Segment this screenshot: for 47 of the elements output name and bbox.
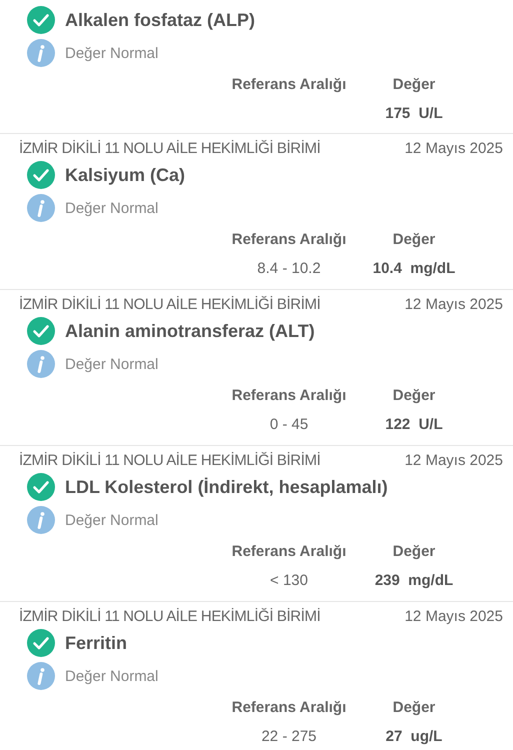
column-label: Değer	[392, 699, 436, 716]
column-label: Değer	[392, 76, 436, 93]
institution-name: İZMİR DİKİLİ 11 NOLU AİLE HEKİMLİĞİ BİRİMİ	[19, 452, 320, 468]
reference-range: 8.4 - 10.2	[257, 260, 321, 277]
column-label: Referans Aralığı	[232, 231, 346, 248]
status-note: Değer Normal	[65, 668, 158, 684]
result-date: 12 Mayıs 2025	[404, 140, 503, 156]
result-date: 12 Mayıs 2025	[404, 296, 503, 312]
check-icon	[27, 473, 55, 501]
column-label: Değer	[392, 231, 436, 248]
check-icon	[27, 629, 55, 657]
test-name: LDL Kolesterol (İndirekt, hesaplamalı)	[65, 476, 388, 498]
check-icon	[27, 317, 55, 345]
result-value: 10.4 mg/dL	[372, 260, 456, 277]
status-note: Değer Normal	[65, 356, 158, 372]
test-name: Kalsiyum (Ca)	[65, 164, 186, 186]
test-name: Alkalen fosfataz (ALP)	[65, 10, 256, 30]
column-label: Referans Aralığı	[232, 387, 346, 404]
reference-range: 22 - 275	[261, 728, 317, 745]
result-value: 122 U/L	[385, 416, 443, 433]
reference-range: 0 - 45	[270, 416, 308, 433]
check-icon	[27, 161, 55, 189]
institution-name: İZMİR DİKİLİ 11 NOLU AİLE HEKİMLİĞİ BİRİMİ	[19, 296, 320, 312]
status-note: Değer Normal	[65, 200, 158, 216]
reference-range: < 130	[270, 572, 308, 589]
column-label: Değer	[392, 543, 436, 560]
institution-name: İZMİR DİKİLİ 11 NOLU AİLE HEKİMLİĞİ BİRİMİ	[19, 608, 320, 624]
column-label: Referans Aralığı	[232, 76, 346, 93]
institution-name: İZMİR DİKİLİ 11 NOLU AİLE HEKİMLİĞİ BİRİMİ	[19, 140, 320, 156]
result-date: 12 Mayıs 2025	[404, 452, 503, 468]
status-note: Değer Normal	[65, 512, 158, 528]
result-date: 12 Mayıs 2025	[404, 608, 503, 624]
column-label: Referans Aralığı	[232, 543, 346, 560]
status-note: Değer Normal	[65, 44, 158, 62]
test-name: Ferritin	[65, 632, 128, 654]
info-icon	[27, 662, 55, 690]
info-icon	[27, 506, 55, 534]
result-value: 239 mg/dL	[374, 572, 454, 589]
column-label: Değer	[392, 387, 436, 404]
info-icon	[27, 194, 55, 222]
check-icon	[27, 6, 55, 34]
result-value: 175 U/L	[385, 105, 443, 122]
info-icon	[27, 39, 55, 67]
test-name: Alanin aminotransferaz (ALT)	[65, 320, 315, 342]
info-icon	[27, 350, 55, 378]
column-label: Referans Aralığı	[232, 699, 346, 716]
result-value: 27 ug/L	[386, 728, 442, 745]
